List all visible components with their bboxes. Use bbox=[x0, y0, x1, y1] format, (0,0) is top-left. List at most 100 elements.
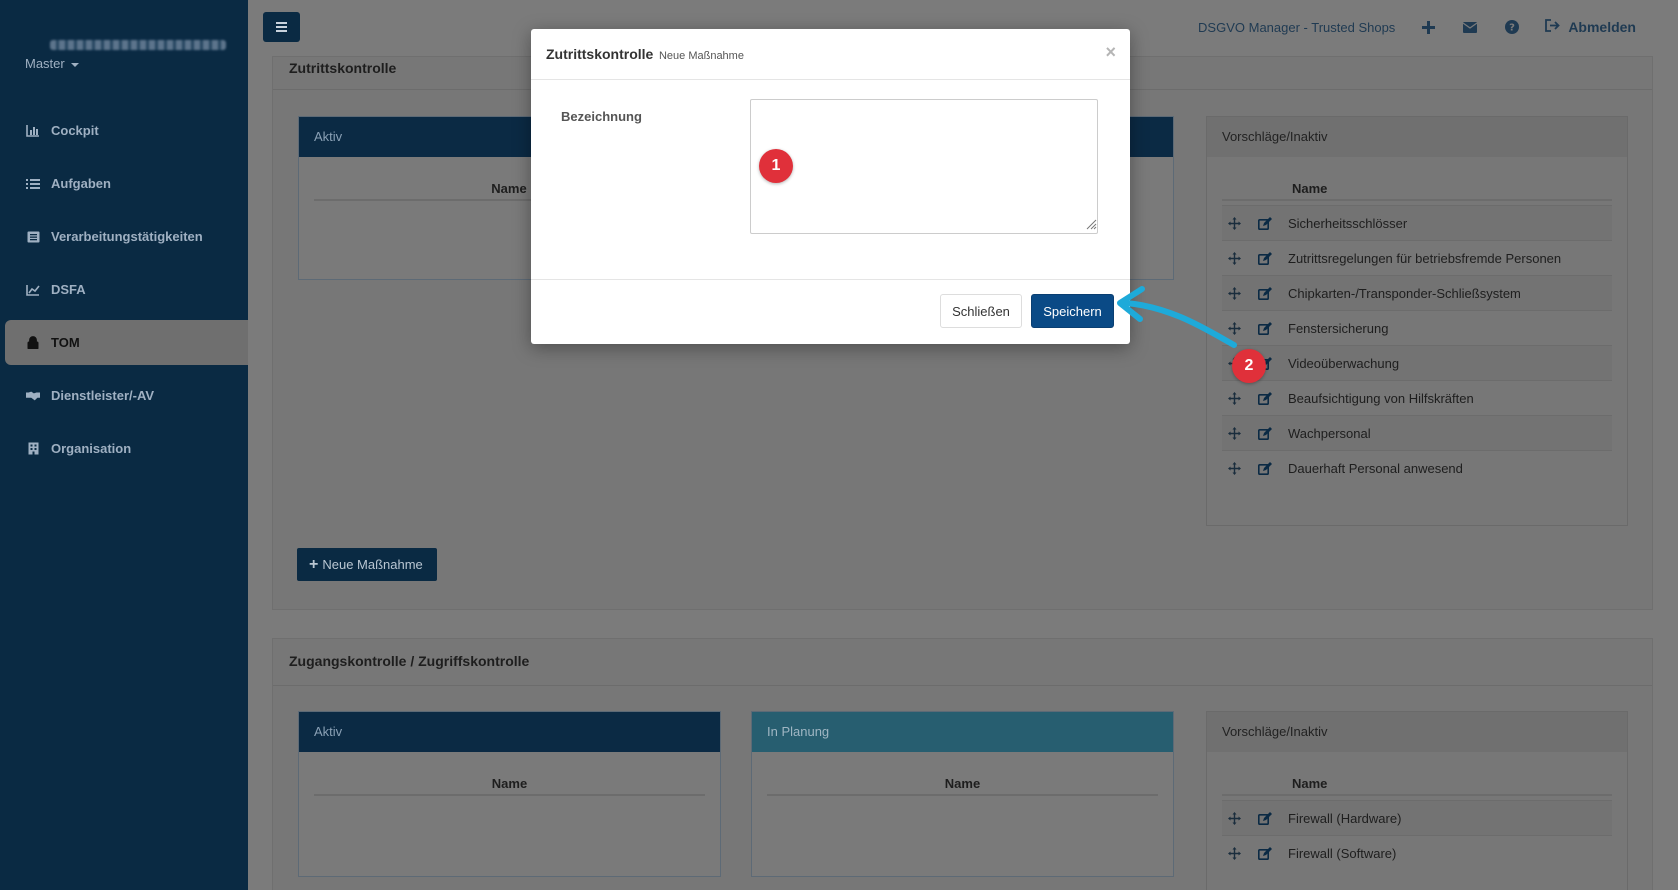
edit-icon[interactable] bbox=[1258, 811, 1272, 825]
envelope-icon[interactable] bbox=[1461, 18, 1479, 36]
move-icon[interactable] bbox=[1228, 811, 1242, 825]
divider bbox=[273, 685, 1652, 686]
hamburger-icon bbox=[276, 22, 287, 32]
new-measure-button[interactable]: + Neue Maßnahme bbox=[297, 548, 437, 581]
sidebar-nav: Cockpit Aufgaben Verarbeitungstätigkeite… bbox=[0, 108, 248, 479]
edit-icon[interactable] bbox=[1258, 846, 1272, 860]
sidebar-item-label: Verarbeitungstätigkeiten bbox=[51, 229, 203, 244]
close-button[interactable]: Schließen bbox=[940, 294, 1022, 328]
edit-icon[interactable] bbox=[1258, 321, 1272, 335]
list-item-label: Sicherheitsschlösser bbox=[1288, 215, 1408, 231]
annotation-arrow bbox=[1117, 286, 1237, 348]
tenant-label: Master bbox=[25, 56, 65, 71]
move-icon[interactable] bbox=[1228, 251, 1242, 265]
section-zugangskontrolle: Zugangskontrolle / Zugriffskontrolle Akt… bbox=[272, 638, 1653, 890]
save-button[interactable]: Speichern bbox=[1031, 294, 1114, 328]
column-header-name: Name bbox=[1222, 181, 1612, 201]
column-header-name: Name bbox=[767, 776, 1158, 796]
edit-icon[interactable] bbox=[1258, 391, 1272, 405]
panel-vorschlaege: Vorschläge/Inaktiv Name Firewall (Hardwa… bbox=[1206, 711, 1628, 890]
sidebar-item-organisation[interactable]: Organisation bbox=[5, 426, 248, 471]
sidebar-item-label: Aufgaben bbox=[51, 176, 111, 191]
move-icon[interactable] bbox=[1228, 461, 1242, 475]
list-item: Sicherheitsschlösser bbox=[1222, 205, 1612, 240]
panel-title: Vorschläge/Inaktiv bbox=[1207, 712, 1627, 752]
edit-icon[interactable] bbox=[1258, 251, 1272, 265]
sidebar-item-label: Cockpit bbox=[51, 123, 99, 138]
sidebar-item-label: TOM bbox=[51, 335, 80, 350]
edit-icon[interactable] bbox=[1258, 461, 1272, 475]
modal-title: Zutrittskontrolle bbox=[546, 46, 654, 62]
list-item-label: Firewall (Software) bbox=[1288, 845, 1397, 861]
svg-text:?: ? bbox=[1509, 23, 1515, 34]
section-title: Zugangskontrolle / Zugriffskontrolle bbox=[289, 653, 530, 669]
sign-out-icon bbox=[1545, 19, 1561, 35]
sidebar-item-aufgaben[interactable]: Aufgaben bbox=[5, 161, 248, 206]
list-alt-icon bbox=[26, 230, 40, 244]
app-name-link[interactable]: DSGVO Manager - Trusted Shops bbox=[1198, 20, 1395, 35]
plus-icon: + bbox=[309, 555, 319, 573]
panel-title: In Planung bbox=[752, 712, 1173, 752]
list-item: Chipkarten-/Transponder-Schließsystem bbox=[1222, 275, 1612, 310]
plus-icon[interactable] bbox=[1419, 18, 1437, 36]
edit-icon[interactable] bbox=[1258, 216, 1272, 230]
panel-aktiv: Aktiv Name bbox=[298, 711, 721, 877]
list-item: Firewall (Software) bbox=[1222, 835, 1612, 870]
logout-button[interactable]: Abmelden bbox=[1545, 19, 1636, 35]
close-icon[interactable]: × bbox=[1105, 42, 1116, 63]
tasks-icon bbox=[26, 177, 40, 191]
move-icon[interactable] bbox=[1228, 391, 1242, 405]
sidebar-item-label: DSFA bbox=[51, 282, 86, 297]
list-item-label: Chipkarten-/Transponder-Schließsystem bbox=[1288, 285, 1521, 301]
edit-icon[interactable] bbox=[1258, 426, 1272, 440]
sidebar-item-dienstleister[interactable]: Dienstleister/-AV bbox=[5, 373, 248, 418]
list-item-label: Videoüberwachung bbox=[1288, 355, 1400, 371]
resize-grip-icon[interactable] bbox=[1086, 219, 1097, 230]
move-icon[interactable] bbox=[1228, 846, 1242, 860]
column-header-name: Name bbox=[314, 776, 705, 796]
list-item-label: Dauerhaft Personal anwesend bbox=[1288, 460, 1463, 476]
panel-title: Vorschläge/Inaktiv bbox=[1207, 117, 1627, 157]
suggestions-list: Sicherheitsschlösser Zutrittsregelungen … bbox=[1222, 205, 1612, 485]
list-item: Firewall (Hardware) bbox=[1222, 800, 1612, 835]
step-marker-1: 1 bbox=[759, 149, 793, 183]
bar-chart-icon bbox=[26, 124, 40, 138]
logout-label: Abmelden bbox=[1568, 19, 1636, 35]
building-icon bbox=[26, 442, 40, 456]
edit-icon[interactable] bbox=[1258, 286, 1272, 300]
bezeichnung-label: Bezeichnung bbox=[561, 109, 642, 124]
brand-logo bbox=[50, 40, 226, 50]
sidebar-item-label: Dienstleister/-AV bbox=[51, 388, 155, 403]
suggestions-list: Firewall (Hardware) Firewall (Software) bbox=[1222, 800, 1612, 870]
modal-footer: Schließen Speichern bbox=[531, 279, 1130, 344]
list-item: Dauerhaft Personal anwesend bbox=[1222, 450, 1612, 485]
new-measure-modal: Zutrittskontrolle Neue Maßnahme × Bezeic… bbox=[531, 29, 1130, 344]
sidebar-item-tom[interactable]: TOM bbox=[5, 320, 248, 365]
sidebar-item-dsfa[interactable]: DSFA bbox=[5, 267, 248, 312]
list-item-label: Firewall (Hardware) bbox=[1288, 810, 1402, 826]
column-header-name: Name bbox=[1222, 776, 1612, 796]
move-icon[interactable] bbox=[1228, 426, 1242, 440]
sidebar-item-cockpit[interactable]: Cockpit bbox=[5, 108, 248, 153]
list-item-label: Fenstersicherung bbox=[1288, 320, 1389, 336]
list-item: Wachpersonal bbox=[1222, 415, 1612, 450]
list-item-label: Zutrittsregelungen für betriebsfremde Pe… bbox=[1288, 250, 1562, 266]
list-item-label: Wachpersonal bbox=[1288, 425, 1371, 441]
panel-title: Aktiv bbox=[299, 712, 720, 752]
sidebar-item-verarbeitungstaetigkeiten[interactable]: Verarbeitungstätigkeiten bbox=[5, 214, 248, 259]
menu-toggle-button[interactable] bbox=[263, 12, 300, 42]
list-item-label: Beaufsichtigung von Hilfskräften bbox=[1288, 390, 1474, 406]
lock-icon bbox=[26, 336, 40, 350]
modal-header: Zutrittskontrolle Neue Maßnahme × bbox=[531, 29, 1130, 80]
list-item: Beaufsichtigung von Hilfskräften bbox=[1222, 380, 1612, 415]
question-circle-icon[interactable]: ? bbox=[1503, 18, 1521, 36]
move-icon[interactable] bbox=[1228, 216, 1242, 230]
bezeichnung-textarea[interactable] bbox=[750, 99, 1098, 234]
caret-down-icon bbox=[70, 62, 79, 67]
list-item: Zutrittsregelungen für betriebsfremde Pe… bbox=[1222, 240, 1612, 275]
tenant-dropdown[interactable]: Master bbox=[25, 56, 79, 71]
topbar-actions: DSGVO Manager - Trusted Shops ? Abmelden bbox=[1198, 18, 1636, 36]
list-item: Videoüberwachung bbox=[1222, 345, 1612, 380]
section-title: Zutrittskontrolle bbox=[289, 60, 397, 76]
sidebar: Master Cockpit Aufgaben Verarbeitungstät… bbox=[0, 0, 248, 890]
